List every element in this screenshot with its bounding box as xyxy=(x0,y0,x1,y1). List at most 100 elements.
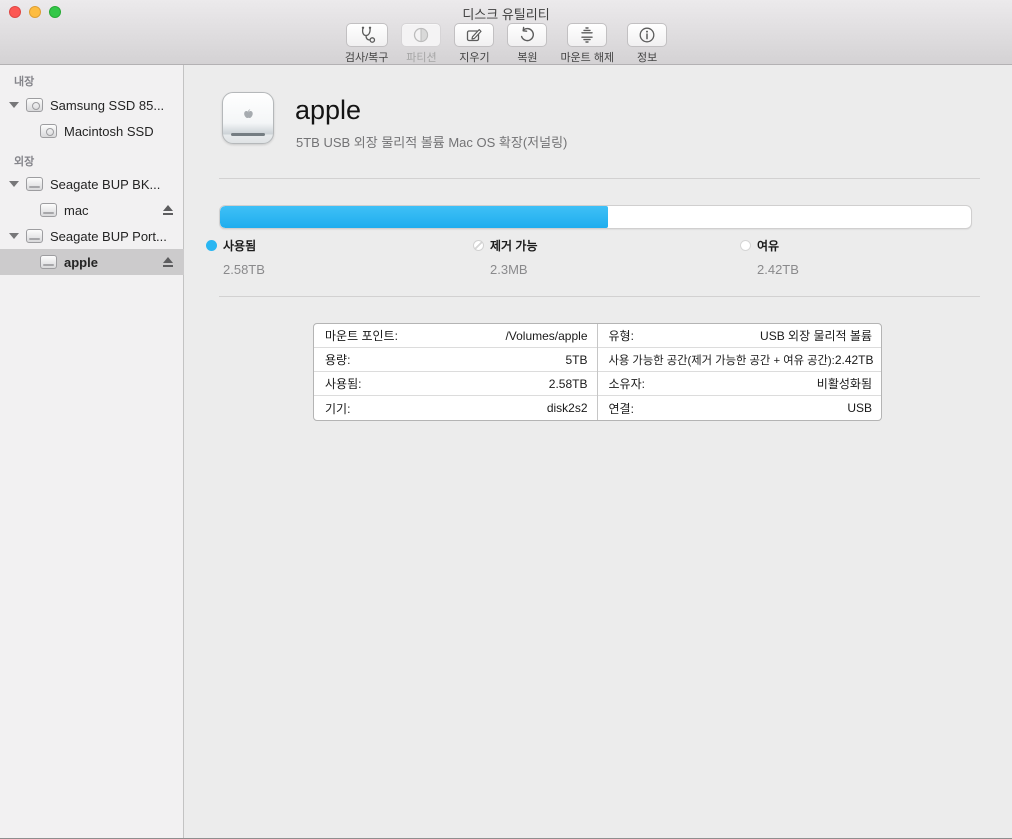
purgeable-swatch-icon xyxy=(473,240,484,251)
table-row: 사용됨: 2.58TB xyxy=(314,372,597,396)
partition-tool: 파티션 xyxy=(401,23,441,65)
sidebar-item-label: Seagate BUP Port... xyxy=(50,229,167,244)
disclosure-triangle[interactable] xyxy=(9,102,19,108)
sidebar-item-label: apple xyxy=(64,255,98,270)
erase-label: 지우기 xyxy=(459,49,489,65)
unmount-label: 마운트 해제 xyxy=(560,49,614,65)
info-label: 정보 xyxy=(637,49,657,65)
legend-value: 2.58TB xyxy=(223,262,456,277)
volume-subtitle: 5TB USB 외장 물리적 볼륨 Mac OS 확장(저널링) xyxy=(296,132,567,151)
stethoscope-icon xyxy=(357,25,377,45)
erase-tool: 지우기 xyxy=(454,23,494,65)
detail-label: 유형: xyxy=(609,327,634,344)
details-left-column: 마운트 포인트: /Volumes/apple 용량: 5TB 사용됨: 2.5… xyxy=(314,324,598,420)
erase-pencil-icon xyxy=(464,25,484,45)
detail-value: USB xyxy=(847,401,872,415)
unmount-button[interactable] xyxy=(567,23,607,47)
sidebar-item-samsung-ssd[interactable]: Samsung SSD 85... xyxy=(0,92,184,118)
disk-utility-window: 디스크 유틸리티 검사/복구 xyxy=(0,0,1012,839)
details-table: 마운트 포인트: /Volumes/apple 용량: 5TB 사용됨: 2.5… xyxy=(313,323,882,421)
legend-value: 2.3MB xyxy=(490,262,723,277)
table-row: 유형: USB 외장 물리적 볼륨 xyxy=(598,324,882,348)
restore-arrow-icon xyxy=(517,25,537,45)
window-chrome: 디스크 유틸리티 검사/복구 xyxy=(0,0,1012,65)
sidebar-item-label: Seagate BUP BK... xyxy=(50,177,160,192)
detail-label: 사용됨: xyxy=(325,375,361,392)
partition-label: 파티션 xyxy=(406,49,436,65)
detail-label: 연결: xyxy=(609,400,634,417)
eject-icon[interactable] xyxy=(162,257,174,268)
legend-label: 사용됨 xyxy=(223,237,256,254)
toolbar: 검사/복구 파티션 xyxy=(0,23,1012,65)
main-pane: apple 5TB USB 외장 물리적 볼륨 Mac OS 확장(저널링) 사… xyxy=(185,65,1012,838)
detail-label: 소유자: xyxy=(609,375,645,392)
sidebar-item-seagate-port[interactable]: Seagate BUP Port... xyxy=(0,223,184,249)
unmount-icon xyxy=(577,25,597,45)
partition-button xyxy=(401,23,441,47)
first-aid-label: 검사/복구 xyxy=(345,49,389,65)
details-right-column: 유형: USB 외장 물리적 볼륨 사용 가능한 공간(제거 가능한 공간 + … xyxy=(598,324,882,420)
legend-used: 사용됨 2.58TB xyxy=(206,237,456,277)
legend-label: 여유 xyxy=(757,237,779,254)
detail-value: 비활성화됨 xyxy=(817,375,872,392)
sidebar: 내장 Samsung SSD 85... Macintosh SSD 외장 Se… xyxy=(0,65,184,838)
used-swatch-icon xyxy=(206,240,217,251)
sidebar-item-apple[interactable]: apple xyxy=(0,249,184,275)
sidebar-section-external: 외장 xyxy=(14,153,34,169)
legend-free: 여유 2.42TB xyxy=(740,237,990,277)
detail-value: 2.58TB xyxy=(549,377,588,391)
legend-purgeable: 제거 가능 2.3MB xyxy=(473,237,723,277)
restore-tool: 복원 xyxy=(507,23,547,65)
restore-label: 복원 xyxy=(517,49,537,65)
detail-value: /Volumes/apple xyxy=(505,329,587,343)
info-tool: 정보 xyxy=(627,23,667,65)
apple-logo-icon xyxy=(239,107,257,125)
external-disk-icon xyxy=(26,177,43,191)
detail-label: 마운트 포인트: xyxy=(325,327,398,344)
usage-bar xyxy=(219,205,972,229)
volume-icon xyxy=(40,255,57,269)
internal-disk-icon xyxy=(26,98,43,112)
sidebar-item-seagate-bk[interactable]: Seagate BUP BK... xyxy=(0,171,184,197)
divider xyxy=(219,178,980,179)
sidebar-item-mac[interactable]: mac xyxy=(0,197,184,223)
detail-value: 5TB xyxy=(565,353,587,367)
detail-value: 2.42TB xyxy=(835,353,874,367)
erase-button[interactable] xyxy=(454,23,494,47)
detail-value: USB 외장 물리적 볼륨 xyxy=(760,327,872,344)
sidebar-item-label: mac xyxy=(64,203,89,218)
table-row: 마운트 포인트: /Volumes/apple xyxy=(314,324,597,348)
table-row: 소유자: 비활성화됨 xyxy=(598,372,882,396)
disclosure-triangle[interactable] xyxy=(9,181,19,187)
sidebar-item-label: Macintosh SSD xyxy=(64,124,154,139)
legend-value: 2.42TB xyxy=(757,262,990,277)
restore-button[interactable] xyxy=(507,23,547,47)
partition-pie-icon xyxy=(411,25,431,45)
window-title: 디스크 유틸리티 xyxy=(0,4,1012,23)
sidebar-item-label: Samsung SSD 85... xyxy=(50,98,164,113)
sidebar-item-macintosh-ssd[interactable]: Macintosh SSD xyxy=(0,118,184,144)
detail-label: 기기: xyxy=(325,400,350,417)
info-icon xyxy=(637,25,657,45)
eject-icon[interactable] xyxy=(162,205,174,216)
external-device-icon xyxy=(222,92,274,144)
info-button[interactable] xyxy=(627,23,667,47)
free-swatch-icon xyxy=(740,240,751,251)
unmount-tool: 마운트 해제 xyxy=(560,23,614,65)
external-disk-icon xyxy=(26,229,43,243)
detail-value: disk2s2 xyxy=(547,401,588,415)
table-row: 사용 가능한 공간(제거 가능한 공간 + 여유 공간): 2.42TB xyxy=(598,348,882,372)
first-aid-tool: 검사/복구 xyxy=(345,23,389,65)
divider xyxy=(219,296,980,297)
first-aid-button[interactable] xyxy=(346,23,388,47)
volume-title: apple xyxy=(295,95,361,126)
table-row: 용량: 5TB xyxy=(314,348,597,372)
detail-label: 사용 가능한 공간(제거 가능한 공간 + 여유 공간): xyxy=(609,352,835,368)
legend-label: 제거 가능 xyxy=(490,237,538,254)
table-row: 기기: disk2s2 xyxy=(314,396,597,420)
sidebar-section-internal: 내장 xyxy=(14,73,34,89)
volume-icon xyxy=(40,203,57,217)
disclosure-triangle[interactable] xyxy=(9,233,19,239)
detail-label: 용량: xyxy=(325,351,350,368)
volume-icon xyxy=(40,124,57,138)
